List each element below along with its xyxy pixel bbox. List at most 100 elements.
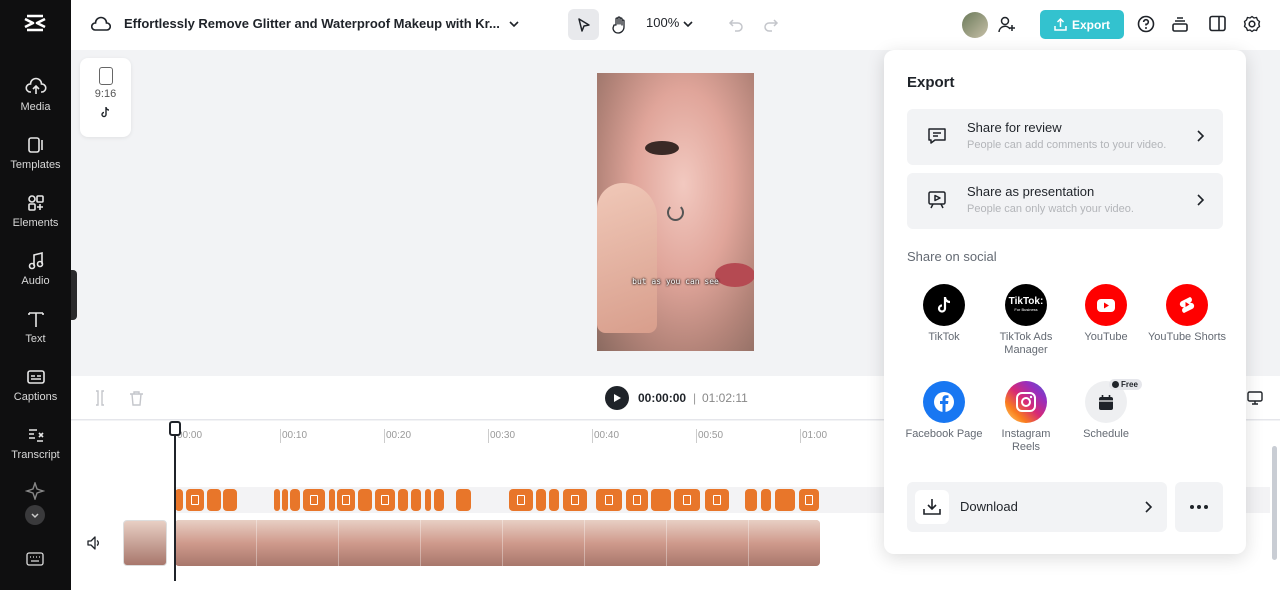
cover-thumbnail[interactable] <box>123 520 167 566</box>
caption-clip[interactable] <box>186 489 204 511</box>
caption-clip[interactable] <box>329 489 335 511</box>
share-for-review-button[interactable]: Share for review People can add comments… <box>907 109 1223 165</box>
video-preview[interactable]: but as you can see <box>597 73 754 351</box>
keyboard-icon[interactable] <box>26 552 44 566</box>
delete-trash-icon[interactable] <box>129 390 144 406</box>
caption-clip[interactable] <box>596 489 622 511</box>
chevron-down-icon[interactable] <box>508 18 520 30</box>
social-tiktok-ads-manager[interactable]: TikTok: For Business TikTok Ads Manager <box>986 284 1066 357</box>
cloud-save-icon[interactable] <box>91 15 111 33</box>
phone-frame-icon <box>98 67 113 85</box>
caption-clip[interactable] <box>799 489 819 511</box>
chevron-down-icon[interactable] <box>682 18 694 30</box>
sidebar-item-captions[interactable]: Captions <box>0 366 71 416</box>
sidebar-item-transcript[interactable]: Transcript <box>0 424 71 474</box>
play-button[interactable] <box>605 386 629 410</box>
caption-clip[interactable] <box>745 489 757 511</box>
avatar[interactable] <box>962 12 988 38</box>
badge-clock-icon <box>1112 381 1119 388</box>
sidebar-item-media[interactable]: Media <box>0 76 71 126</box>
panel-layout-icon[interactable] <box>1209 15 1226 32</box>
sidebar-item-templates[interactable]: Templates <box>0 134 71 184</box>
caption-clip[interactable] <box>375 489 395 511</box>
caption-clip[interactable] <box>411 489 421 511</box>
caption-clip[interactable] <box>207 489 221 511</box>
preview-hand-shape <box>597 183 657 333</box>
download-button[interactable]: Download <box>907 482 1167 532</box>
caption-clip[interactable] <box>563 489 587 511</box>
project-title[interactable]: Effortlessly Remove Glitter and Waterpro… <box>124 16 500 31</box>
caption-clip[interactable] <box>775 489 795 511</box>
total-timecode: 01:02:11 <box>702 391 748 405</box>
split-icon[interactable] <box>93 390 107 406</box>
undo-icon[interactable] <box>728 16 744 32</box>
more-options-button[interactable] <box>1175 482 1223 532</box>
caption-clip[interactable] <box>337 489 355 511</box>
caption-clip[interactable] <box>434 489 444 511</box>
caption-clip[interactable] <box>456 489 471 511</box>
aspect-ratio-label: 9:16 <box>94 88 117 100</box>
video-frame-thumb <box>749 520 820 566</box>
hand-tool-button[interactable] <box>603 9 634 40</box>
social-tiktok[interactable]: TikTok <box>904 284 984 344</box>
social-label: YouTube <box>1084 331 1128 343</box>
social-instagram-reels[interactable]: Instagram Reels <box>986 381 1066 454</box>
select-tool-button[interactable] <box>568 9 599 40</box>
caption-clip[interactable] <box>761 489 771 511</box>
caption-clip[interactable] <box>626 489 648 511</box>
add-collaborator-icon[interactable] <box>998 16 1016 33</box>
playhead[interactable] <box>174 421 176 581</box>
caption-clip[interactable] <box>290 489 300 511</box>
playhead-handle[interactable] <box>169 421 181 436</box>
sidebar-item-label: Media <box>20 101 51 113</box>
sidebar-item-elements[interactable]: Elements <box>0 192 71 242</box>
caption-clip[interactable] <box>674 489 700 511</box>
capcut-logo-icon[interactable] <box>21 10 49 38</box>
volume-icon[interactable] <box>86 536 102 550</box>
caption-clip[interactable] <box>536 489 546 511</box>
redo-icon[interactable] <box>763 16 779 32</box>
caption-clip[interactable] <box>705 489 729 511</box>
layers-stack-icon[interactable] <box>1172 15 1188 33</box>
sidebar-item-text[interactable]: Text <box>0 308 71 358</box>
share-as-presentation-button[interactable]: Share as presentation People can only wa… <box>907 173 1223 229</box>
help-icon[interactable] <box>1137 15 1155 33</box>
fullscreen-monitor-icon[interactable] <box>1247 390 1263 406</box>
social-youtube[interactable]: YouTube <box>1066 284 1146 344</box>
loading-spinner-icon <box>667 204 684 221</box>
settings-gear-icon[interactable] <box>1243 15 1261 33</box>
panel-collapse-handle[interactable] <box>71 270 77 320</box>
caption-clip[interactable] <box>175 489 183 511</box>
zoom-level[interactable]: 100% <box>646 15 679 30</box>
caption-clip[interactable] <box>398 489 408 511</box>
sidebar-item-label: Text <box>25 333 46 345</box>
caption-clip[interactable] <box>303 489 325 511</box>
current-timecode: 00:00:00 <box>638 391 687 405</box>
youtube-shorts-icon <box>1166 284 1208 326</box>
sparkle-icon[interactable] <box>25 482 45 500</box>
share-on-social-heading: Share on social <box>907 249 997 264</box>
sidebar-expand-button[interactable] <box>25 505 45 525</box>
social-youtube-shorts[interactable]: YouTube Shorts <box>1147 284 1227 344</box>
export-button[interactable]: Export <box>1040 10 1124 39</box>
social-schedule[interactable]: Schedule <box>1066 381 1146 441</box>
ruler-tick <box>800 429 801 443</box>
social-label: TikTok Ads Manager <box>999 331 1053 356</box>
hand-icon <box>611 15 625 34</box>
video-frame-thumb <box>339 520 421 566</box>
caption-clip[interactable] <box>509 489 533 511</box>
caption-clip[interactable] <box>358 489 372 511</box>
play-icon <box>614 394 621 402</box>
social-facebook-page[interactable]: Facebook Page <box>904 381 984 441</box>
video-track-clip[interactable] <box>175 520 820 566</box>
caption-clip[interactable] <box>651 489 671 511</box>
caption-clip[interactable] <box>425 489 431 511</box>
aspect-ratio-card[interactable]: 9:16 <box>80 58 131 137</box>
scrollbar[interactable] <box>1272 446 1277 560</box>
share-review-subtitle: People can add comments to your video. <box>967 139 1167 151</box>
caption-clip[interactable] <box>282 489 288 511</box>
sidebar-item-audio[interactable]: Audio <box>0 250 71 300</box>
caption-clip[interactable] <box>549 489 559 511</box>
caption-clip[interactable] <box>274 489 280 511</box>
caption-clip[interactable] <box>223 489 237 511</box>
